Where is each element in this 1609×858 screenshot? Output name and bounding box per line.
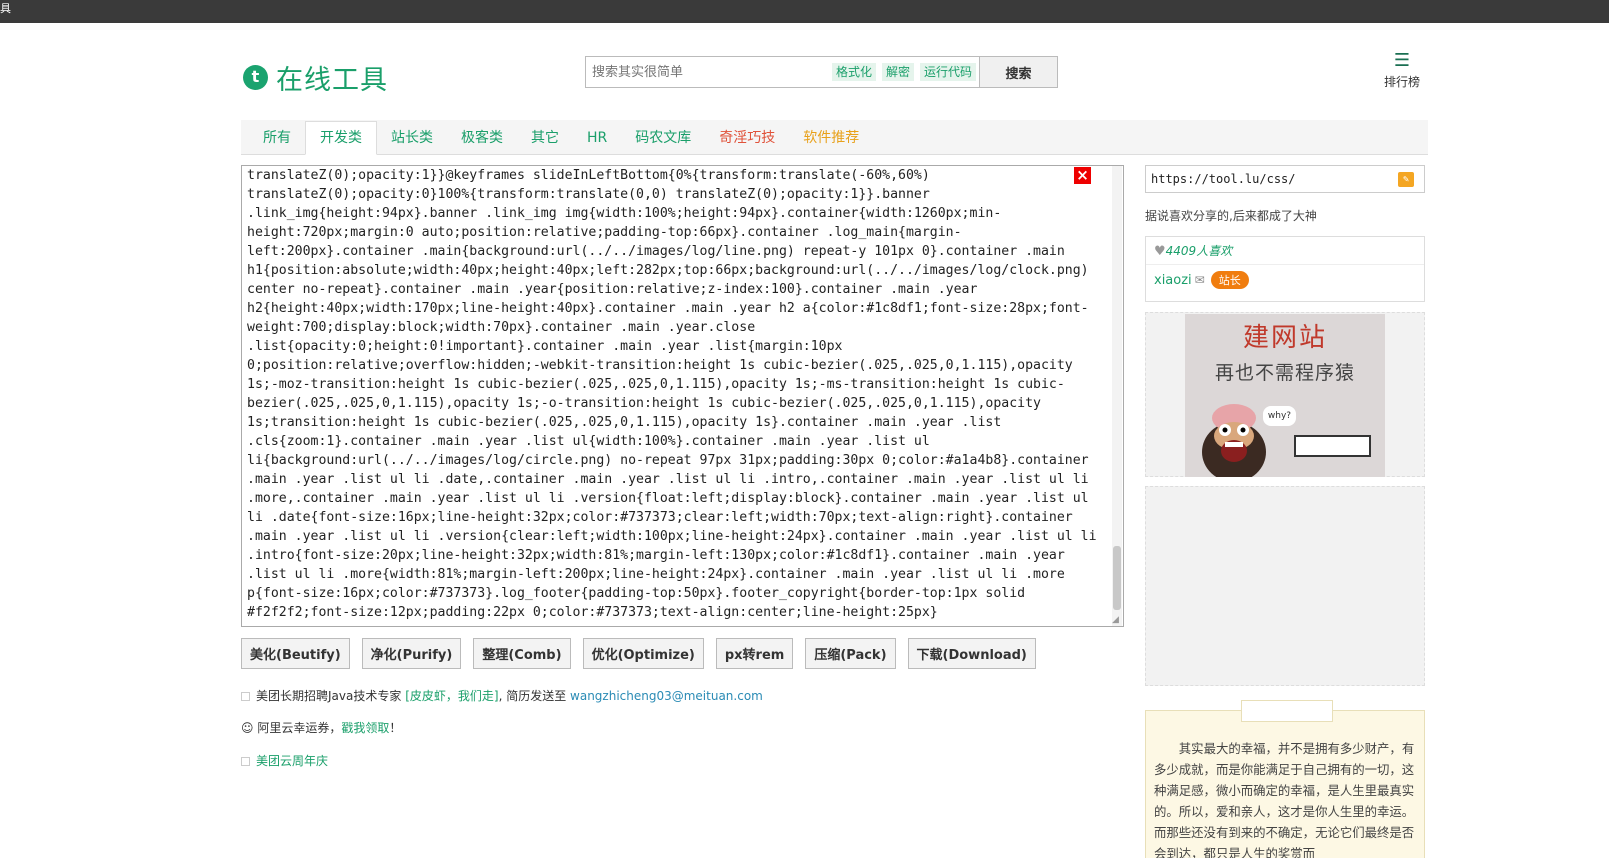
like-count: 4409人喜欢 [1165,244,1233,258]
aliyun-coupon-link[interactable]: 戳我领取 [341,721,389,735]
meituan-cloud-notice: 美团云周年庆 [241,752,328,769]
tab-webmaster[interactable]: 站长类 [377,122,447,154]
tab-geek[interactable]: 极客类 [447,122,517,154]
job-notice: 美团长期招聘Java技术专家 [皮皮虾，我们走], 简历发送至 wangzhic… [241,687,763,704]
url-field[interactable]: https://tool.lu/css/ ✎ [1145,165,1425,193]
author-link[interactable]: xiaozi [1154,273,1192,288]
ad-image[interactable]: 建网站 再也不需程序猿 why? [1185,314,1385,477]
role-badge: 站长 [1210,271,1249,289]
top-bar: 具 [0,0,1609,23]
ad-screen-box [1294,435,1371,457]
editor-scrollbar[interactable] [1112,166,1122,626]
resize-grip-icon[interactable]: ◢ [1112,615,1122,625]
purify-button[interactable]: 净化(Purify) [361,638,462,669]
bullet-icon [241,757,250,766]
bullet-icon [241,692,250,701]
ranking-label: 排行榜 [1383,75,1420,89]
category-tabs: 所有 开发类 站长类 极客类 其它 HR 码农文库 奇淫巧技 软件推荐 [241,120,1428,155]
job-link[interactable]: [皮皮虾，我们走] [405,689,498,703]
quote-text: 其实最大的幸福，并不是拥有多少财产，有多少成就，而是你能满足于自己拥有的一切，这… [1154,741,1415,858]
bookmark-tag-icon[interactable]: ✎ [1398,172,1414,187]
mail-icon[interactable]: ✉ [1195,273,1205,287]
quick-link-decrypt[interactable]: 解密 [881,63,914,81]
slogan: 据说喜欢分享的,后来都成了大神 [1145,209,1317,223]
tab-library[interactable]: 码农文库 [621,122,705,154]
action-buttons: 美化(Beutify) 净化(Purify) 整理(Comb) 优化(Optim… [241,638,1048,669]
tab-dev[interactable]: 开发类 [305,121,377,155]
scrollbar-thumb[interactable] [1113,546,1121,610]
top-bar-text: 具 [0,2,11,15]
url-text[interactable]: https://tool.lu/css/ [1151,172,1296,186]
ranking-link[interactable]: ☰ 排行榜 [1381,52,1423,90]
site-logo[interactable]: t 在线工具 [243,58,388,97]
css-editor[interactable]: translateZ(0);opacity:1}}@keyframes slid… [241,165,1124,627]
tab-software[interactable]: 软件推荐 [789,122,873,154]
tab-hr[interactable]: HR [573,122,621,154]
heart-icon[interactable]: ♥ [1154,244,1166,259]
search-bar: 格式化 解密 运行代码 搜索 [585,56,1058,88]
download-button[interactable]: 下载(Download) [907,638,1036,669]
monkey-illustration [1202,404,1266,477]
tab-tricks[interactable]: 奇淫巧技 [705,122,789,154]
optimize-button[interactable]: 优化(Optimize) [582,638,704,669]
search-button[interactable]: 搜索 [979,57,1057,87]
beautify-button[interactable]: 美化(Beutify) [241,638,350,669]
like-panel: ♥4409人喜欢 xiaozi ✉ 站长 [1145,236,1425,302]
tab-all[interactable]: 所有 [249,122,305,154]
quick-link-format[interactable]: 格式化 [831,63,876,81]
ad-banner[interactable]: 建网站 再也不需程序猿 why? [1145,312,1425,477]
quote-panel: 其实最大的幸福，并不是拥有多少财产，有多少成就，而是你能满足于自己拥有的一切，这… [1145,700,1425,858]
px-to-rem-button[interactable]: px转rem [715,638,794,669]
close-icon[interactable]: × [1074,167,1091,184]
aliyun-notice: ☺ 阿里云幸运券，戳我领取！ [241,721,402,735]
css-code-text[interactable]: translateZ(0);opacity:1}}@keyframes slid… [247,166,1105,622]
meituan-cloud-link[interactable]: 美团云周年庆 [256,754,328,768]
smile-icon: ☺ [241,721,254,735]
job-email-link[interactable]: wangzhicheng03@meituan.com [570,689,763,703]
comb-button[interactable]: 整理(Comb) [473,638,571,669]
pack-button[interactable]: 压缩(Pack) [805,638,896,669]
ad-speech-bubble: why? [1263,406,1296,426]
ad-placeholder [1145,486,1425,686]
list-icon: ☰ [1393,50,1411,71]
quote-tab [1241,700,1333,722]
ad-subtitle: 再也不需程序猿 [1214,362,1355,384]
logo-icon: t [243,65,268,90]
quick-link-run-code[interactable]: 运行代码 [919,63,976,81]
site-title: 在线工具 [276,65,388,96]
tab-other[interactable]: 其它 [517,122,573,154]
search-input[interactable] [586,57,829,87]
ad-title: 建网站 [1242,323,1327,353]
